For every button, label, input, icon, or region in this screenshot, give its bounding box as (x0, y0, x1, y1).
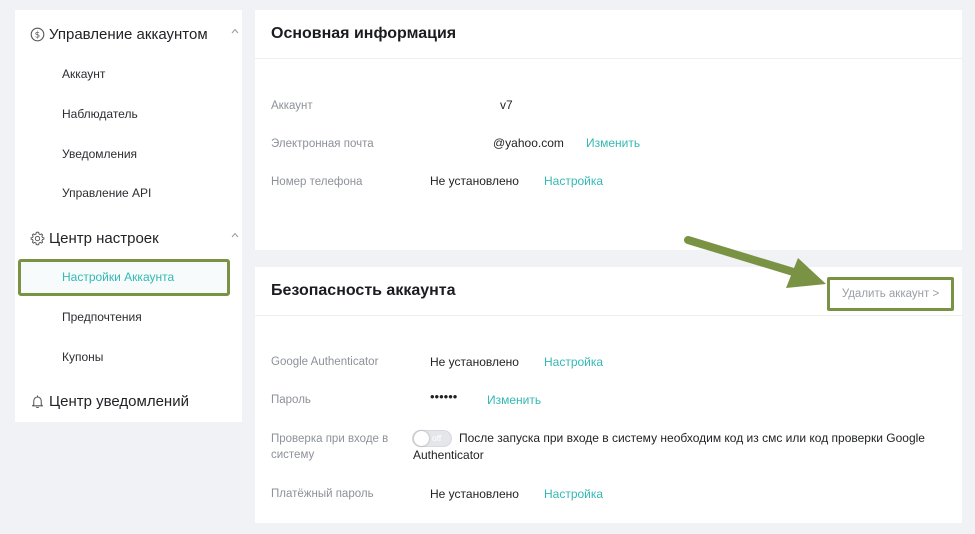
sidebar-item-observer[interactable]: Наблюдатель (62, 105, 138, 123)
settings-center-header[interactable]: Центр настроек (29, 226, 239, 250)
ga-value: Не установлено (430, 355, 519, 369)
settings-center-title: Центр настроек (49, 229, 159, 247)
dollar-coin-icon: $ (29, 26, 46, 43)
account-label: Аккаунт (271, 100, 313, 112)
basic-info-title: Основная информация (271, 25, 457, 42)
delete-account-button[interactable]: Удалить аккаунт > (827, 277, 954, 311)
password-value: •••••• (430, 389, 458, 404)
chevron-up-icon[interactable] (231, 27, 239, 35)
toggle-knob (414, 431, 429, 446)
password-label: Пароль (271, 394, 311, 406)
account-management-header[interactable]: $ Управление аккаунтом (29, 22, 239, 46)
sidebar-item-preferences[interactable]: Предпочтения (62, 308, 142, 326)
sidebar-item-account-settings[interactable]: Настройки Аккаунта (18, 259, 230, 296)
ga-label: Google Authenticator (271, 356, 379, 368)
sidebar-item-notifications[interactable]: Уведомления (62, 145, 137, 163)
phone-value: Не установлено (430, 174, 519, 188)
sidebar-item-account[interactable]: Аккаунт (62, 65, 105, 83)
notifications-center-title: Центр уведомлений (49, 392, 189, 410)
change-email-link[interactable]: Изменить (586, 135, 640, 151)
sidebar-item-api[interactable]: Управление API (62, 184, 151, 202)
phone-label: Номер телефона (271, 176, 363, 188)
login-check-toggle[interactable]: off (412, 430, 452, 447)
divider (255, 58, 962, 59)
account-value: v7 (500, 98, 513, 112)
email-value: @yahoo.com (493, 136, 564, 150)
setup-phone-link[interactable]: Настройка (544, 173, 603, 189)
security-title: Безопасность аккаунта (271, 282, 456, 299)
change-password-link[interactable]: Изменить (487, 392, 541, 408)
login-check-label: Проверка при входе в систему (271, 433, 389, 461)
notifications-center-header[interactable]: Центр уведомлений (29, 389, 189, 413)
email-label: Электронная почта (271, 138, 374, 150)
sidebar-item-coupons[interactable]: Купоны (62, 348, 103, 366)
gear-icon (29, 230, 46, 247)
login-check-note: После запуска при входе в систему необхо… (413, 431, 925, 462)
basic-info-card: Основная информация Аккаунт v7 Электронн… (255, 10, 962, 250)
payment-password-value: Не установлено (430, 487, 519, 501)
toggle-state-label: off (432, 433, 442, 443)
sidebar: $ Управление аккаунтом Аккаунт Наблюдате… (15, 10, 242, 422)
account-management-title: Управление аккаунтом (49, 25, 208, 43)
svg-text:$: $ (35, 30, 40, 40)
setup-payment-password-link[interactable]: Настройка (544, 486, 603, 502)
setup-ga-link[interactable]: Настройка (544, 354, 603, 370)
security-card: Безопасность аккаунта Удалить аккаунт > … (255, 267, 962, 523)
bell-icon (29, 393, 46, 410)
payment-password-label: Платёжный пароль (271, 488, 374, 500)
chevron-up-icon[interactable] (231, 231, 239, 239)
divider (255, 315, 962, 316)
